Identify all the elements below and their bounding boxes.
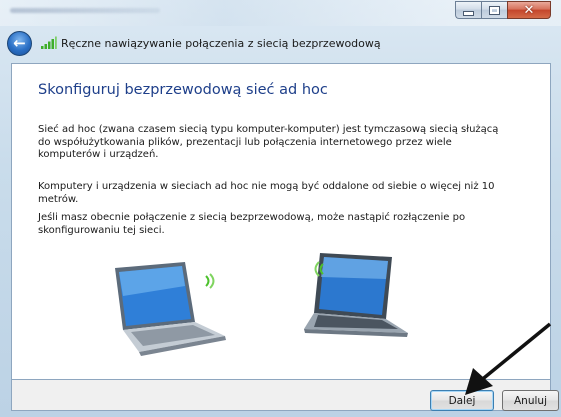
wizard-title: Ręczne nawiązywanie połączenia z siecią … — [61, 37, 381, 50]
description-paragraph-2: Komputery i urządzenia w sieciach ad hoc… — [38, 181, 495, 205]
blurred-window-title — [10, 8, 160, 13]
annotation-arrow-icon — [465, 322, 552, 395]
maximize-icon — [489, 5, 500, 15]
back-arrow-icon: ← — [13, 33, 26, 52]
wireless-network-icon — [41, 36, 57, 49]
minimize-button[interactable] — [455, 1, 481, 19]
page-heading: Skonfiguruj bezprzewodową sieć ad hoc — [38, 82, 328, 98]
minimize-icon — [463, 10, 474, 16]
description-paragraph-3: Jeśli masz obecnie połączenie z siecią b… — [38, 212, 466, 236]
maximize-button[interactable] — [481, 1, 507, 19]
window-frame: ✕ ← Ręczne nawiązywanie połączenia z sie… — [0, 0, 561, 417]
caption-buttons: ✕ — [455, 1, 551, 21]
close-button[interactable]: ✕ — [507, 1, 551, 19]
close-icon: ✕ — [523, 2, 535, 18]
back-button[interactable]: ← — [7, 31, 32, 56]
wifi-signal-icon-left — [205, 273, 215, 289]
description-paragraph-1: Sieć ad hoc (zwana czasem siecią typu ko… — [38, 124, 499, 160]
wifi-signal-icon-right — [314, 261, 324, 277]
